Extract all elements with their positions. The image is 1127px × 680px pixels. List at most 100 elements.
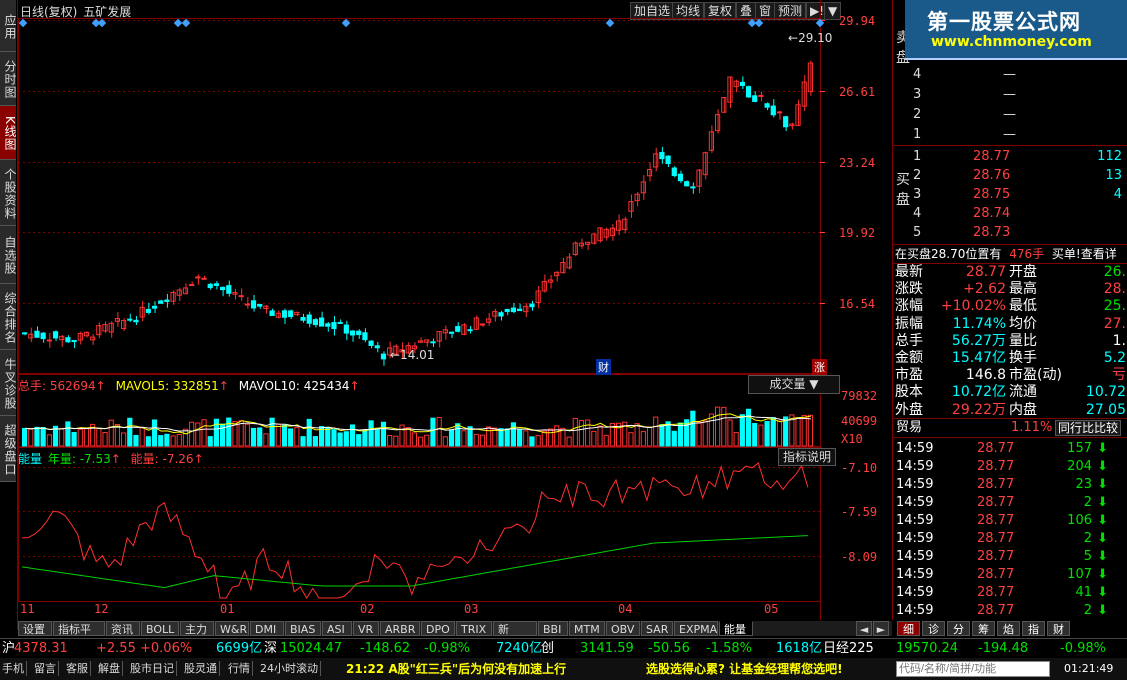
indicator-tab[interactable]: DMI — [250, 621, 284, 636]
tick-price: 28.77 — [977, 603, 1015, 618]
sell-volume: — — [1003, 87, 1016, 102]
indicator-tab[interactable]: MTM — [569, 621, 605, 636]
toolbar-button[interactable]: 手机 — [0, 661, 27, 676]
event-diamond-icon — [173, 18, 183, 28]
volume-bar — [758, 424, 764, 447]
promo-text[interactable]: 选股选得心累? 让基金经理帮您选吧! — [646, 658, 843, 680]
volume-bar — [634, 423, 640, 447]
indicator-tab[interactable]: BIAS — [285, 621, 321, 636]
indicator-tab[interactable]: ASI — [322, 621, 352, 636]
panel-tab[interactable]: 财 — [1047, 621, 1070, 636]
toolbar-button[interactable]: 24小时滚动 — [258, 661, 321, 676]
toolbar-button[interactable]: 留言 — [32, 661, 59, 676]
toolbar-button[interactable]: 股灵通 — [182, 661, 220, 676]
indicator-tab[interactable]: 主力 — [180, 621, 214, 636]
quote-value: 28.77 — [965, 264, 1006, 280]
indicator-tab[interactable]: W&R — [215, 621, 249, 636]
candle-body — [380, 353, 387, 360]
indicator-tab[interactable]: ARBR — [380, 621, 420, 636]
indicator-tab[interactable]: DPO — [421, 621, 455, 636]
cy-index: 3141.59 — [580, 641, 634, 656]
buy-volume: 112 — [1097, 149, 1122, 164]
panel-tab[interactable]: 焰 — [997, 621, 1020, 636]
tick-price: 28.77 — [977, 495, 1015, 510]
tab-stock-info[interactable]: 个股资料 — [0, 160, 17, 226]
toolbar-button[interactable]: 解盘 — [96, 661, 123, 676]
panel-tab[interactable]: 分 — [947, 621, 970, 636]
volume-dropdown[interactable]: 成交量 ▼ — [748, 375, 840, 394]
indicator-tab[interactable]: BBI — [538, 621, 568, 636]
volume-bar — [597, 425, 603, 447]
toolbar-button[interactable]: 股市日记 — [128, 661, 177, 676]
price-axis-label: 19.92 — [839, 226, 876, 240]
candle-body — [201, 277, 207, 280]
order-queue[interactable]: 在买盘28.70位置有 476手 买单!查看详 — [893, 244, 1127, 264]
volume-bar — [170, 435, 176, 447]
indicator-tab[interactable]: BOLL — [141, 621, 179, 636]
tab-ranking[interactable]: 综合排名 — [0, 284, 17, 350]
tab-super-panel[interactable]: 超级盘口 — [0, 416, 17, 482]
indicator-tab[interactable]: TRIX — [456, 621, 492, 636]
candle-body — [467, 329, 473, 332]
tick-price: 28.77 — [977, 513, 1015, 528]
limit-up-marker[interactable]: 涨 — [812, 359, 827, 375]
quote-row: 股本 10.72亿 流通 10.72 — [893, 383, 1127, 401]
indicator-tab[interactable]: VR — [353, 621, 379, 636]
panel-tab[interactable]: 细 — [897, 621, 920, 636]
volume-bar — [455, 423, 461, 447]
candle-body — [770, 105, 776, 116]
tab-intraday[interactable]: 分时图 — [0, 52, 17, 106]
indicator-help-button[interactable]: 指标说明 — [778, 448, 836, 466]
indicator-tab[interactable]: EXPMA — [674, 621, 718, 636]
compare-button[interactable]: 同行比比较 — [1055, 420, 1122, 436]
indicator-tab[interactable]: 资讯 — [106, 621, 140, 636]
indicator-tab[interactable]: 能量 — [719, 621, 753, 636]
sz-label: 深 — [264, 641, 278, 656]
volume-bar — [424, 434, 430, 447]
search-input[interactable] — [896, 661, 1050, 677]
volume-bar — [325, 426, 331, 447]
panel-tab[interactable]: 筹 — [972, 621, 995, 636]
candle-body — [213, 283, 219, 286]
indicator-tab[interactable]: 新DMA — [493, 621, 537, 651]
quote-label: 换手 — [1009, 350, 1037, 366]
tick-volume: 23 — [1075, 477, 1092, 492]
panel-tab[interactable]: 诊 — [922, 621, 945, 636]
volume-bar — [498, 428, 504, 447]
tab-app[interactable]: 应用 — [0, 0, 17, 52]
tick-time: 14:59 — [896, 531, 934, 546]
indicator-tab[interactable]: 指标平台 — [53, 621, 105, 651]
low-annotation: ←14.01 — [390, 348, 435, 362]
tick-row: 14:59 28.77 204 ⬇ — [893, 458, 1127, 476]
panel-tab[interactable]: 指 — [1022, 621, 1045, 636]
quote-value: 亏 — [1112, 367, 1126, 384]
tab-watchlist[interactable]: 自选股 — [0, 226, 17, 284]
buy-level: 5 — [913, 225, 922, 240]
scroll-right-icon[interactable]: ► — [873, 621, 889, 636]
chart-area[interactable]: 日线(复权) 五矿发展 加自选 均线 复权 叠 窗 预测 ▶! ▼ 29.94 … — [18, 0, 892, 620]
quote-value: 27. — [1103, 315, 1126, 332]
x-axis-label: 02 — [360, 602, 375, 616]
candle-body — [368, 340, 374, 346]
tab-kline[interactable]: K线图 — [0, 106, 17, 160]
tick-volume: 41 — [1075, 585, 1092, 600]
toolbar-button[interactable]: 客服 — [64, 661, 91, 676]
scroll-left-icon[interactable]: ◄ — [856, 621, 872, 636]
quote-value: 25. — [1103, 298, 1126, 315]
toolbar-button[interactable]: 行情 — [226, 661, 253, 676]
news-ticker[interactable]: 21:22 A股"红三兵"后为何没有加速上行 — [346, 658, 566, 680]
indicator-tab[interactable]: OBV — [606, 621, 640, 636]
volume-bar — [418, 436, 424, 447]
buy-price: 28.74 — [973, 206, 1011, 221]
indicator-tab[interactable]: 设置 — [18, 621, 52, 636]
finance-marker[interactable]: 财 — [596, 359, 611, 375]
volume-bar — [479, 434, 486, 447]
tab-diagnosis[interactable]: 牛叉诊股 — [0, 350, 17, 416]
volume-axis-label: 40699 — [841, 414, 878, 428]
indicator-tab[interactable]: SAR — [641, 621, 673, 636]
bottom-toolbar: 手机 留言 客服 解盘 股市日记 股灵通 行情 24小时滚动 21:22 A股"红三兵"后为何… — [0, 658, 1127, 680]
candle-body — [343, 324, 349, 334]
candle-body — [220, 286, 226, 291]
tick-volume: 5 — [1083, 549, 1092, 564]
volume-bar — [349, 424, 356, 447]
